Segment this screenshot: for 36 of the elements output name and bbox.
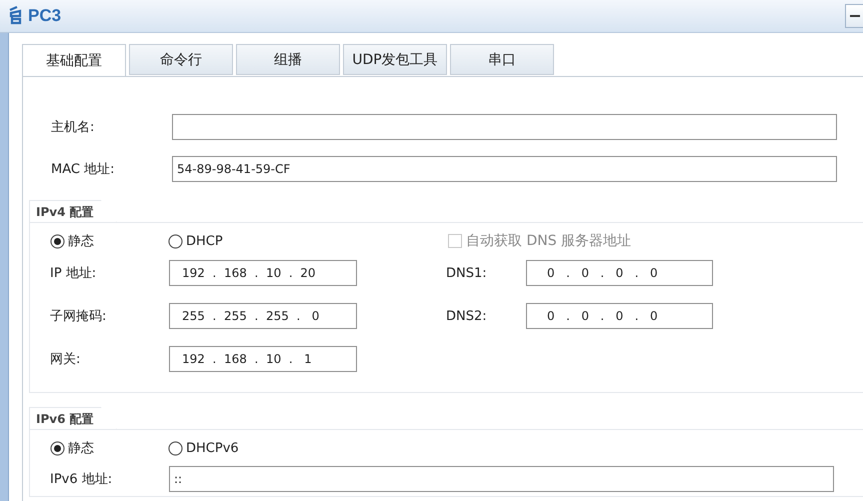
ip-address-field[interactable]: 192 . 168 . 10 . 1 [169,346,357,372]
ip-address-field[interactable]: 192 . 168 . 10 . 20 [169,260,357,286]
group-title: IPv4 配置 [29,200,117,222]
ip-address-field[interactable]: 255 . 255 . 255 . 0 [169,303,357,329]
field-label: MAC 地址: [51,161,116,178]
group-title: IPv6 配置 [29,407,117,429]
radio-button[interactable] [168,234,183,248]
network-icon [8,6,24,26]
minimize-button[interactable] [845,4,863,28]
tab[interactable]: 基础配置 [22,44,126,76]
ip-address-field[interactable]: 0 . 0 . 0 . 0 [526,260,713,286]
radio-button[interactable] [168,440,183,456]
field-label: 网关: [50,351,82,368]
field-label: DNS1: [446,266,488,280]
checkbox-label: 自动获取 DNS 服务器地址 [466,232,632,250]
radio-label: 静态 [68,440,94,457]
ip-address-field[interactable]: 0 . 0 . 0 . 0 [526,303,713,329]
radio-label: 静态 [68,233,94,250]
radio-label: DHCP [186,234,223,248]
window-title: PC3 [28,6,62,26]
input-field[interactable]: :: [169,466,834,492]
tab[interactable]: 串口 [450,44,554,75]
field-label: IPv6 地址: [50,471,114,488]
radio-button[interactable] [50,440,65,456]
tab[interactable]: 组播 [236,44,340,75]
minimize-icon [850,15,860,17]
radio-button[interactable] [50,234,65,248]
radio-label: DHCPv6 [186,440,239,456]
field-label: IP 地址: [50,265,98,282]
field-label: 主机名: [51,119,96,136]
field-label: 子网掩码: [50,308,108,325]
input-field[interactable]: 54-89-98-41-59-CF [172,156,837,182]
input-field[interactable] [172,114,837,140]
tab[interactable]: UDP发包工具 [343,44,447,75]
field-label: DNS2: [446,308,488,324]
tab[interactable]: 命令行 [129,44,233,75]
